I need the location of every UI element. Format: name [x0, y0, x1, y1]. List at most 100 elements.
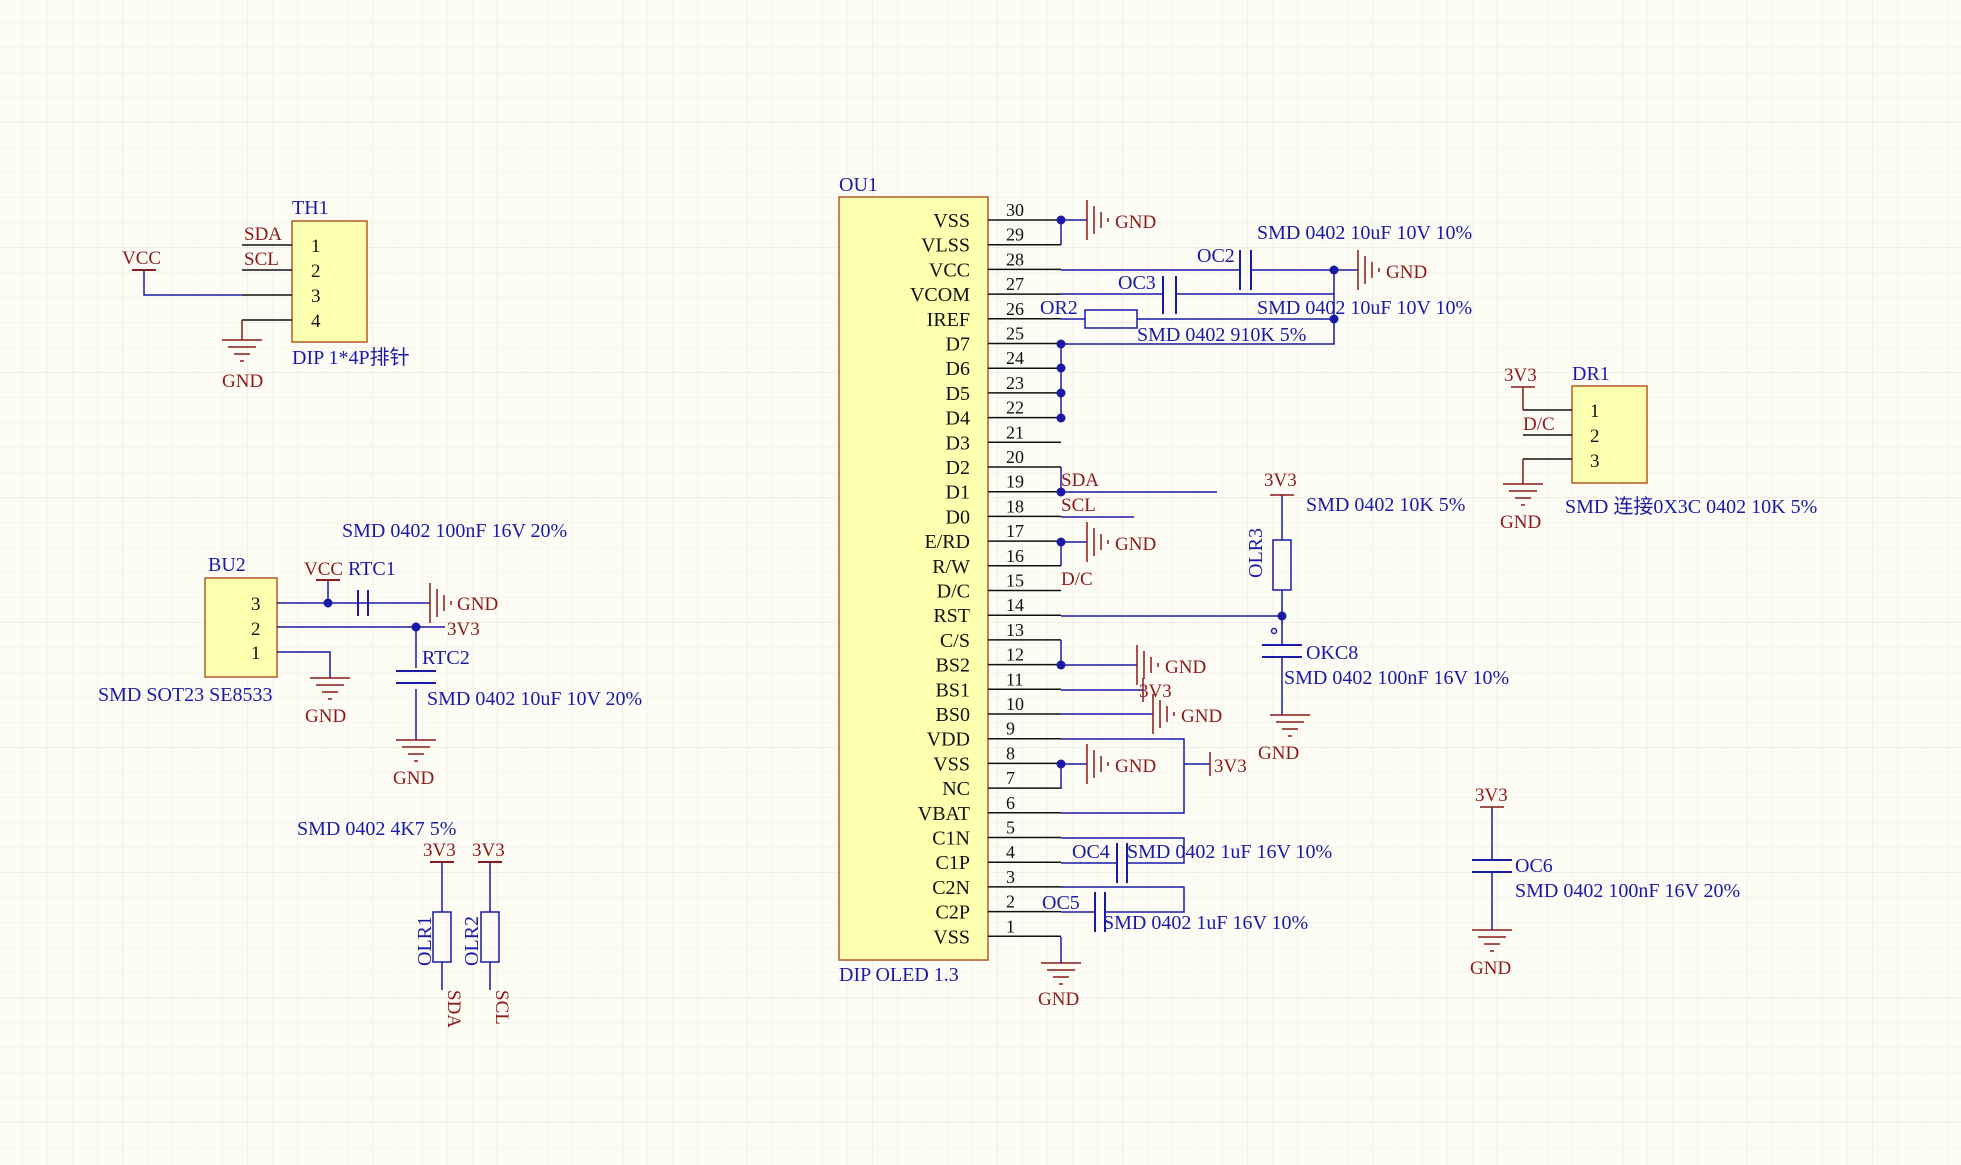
ou1-pin-name: C2P	[936, 902, 970, 924]
pullups-comment: SMD 0402 4K7 5%	[297, 818, 456, 840]
dr1-body[interactable]	[1571, 385, 1648, 484]
oc6-comment: SMD 0402 100nF 16V 20%	[1515, 880, 1740, 902]
olr1-net-top: 3V3	[423, 840, 456, 861]
ou1-pin-name: BS0	[936, 704, 970, 726]
ou1-pin-name: VDD	[927, 729, 970, 751]
ou1-pin-name: D3	[946, 432, 970, 454]
or2-designator: OR2	[1040, 297, 1078, 319]
ou1-pin-name: VSS	[933, 753, 970, 775]
olr3-net-3v3: 3V3	[1264, 470, 1297, 491]
ou1-pin-number: 6	[1006, 793, 1015, 813]
ou1-pin-name: VBAT	[918, 803, 970, 825]
oc5-designator: OC5	[1042, 892, 1080, 914]
oc4-designator: OC4	[1072, 841, 1110, 863]
rtc1-net-gnd: GND	[457, 594, 498, 615]
ou1-designator: OU1	[839, 174, 878, 196]
ou1-gnd-vss1: GND	[1038, 989, 1079, 1010]
th1-net-sda: SDA	[244, 224, 282, 245]
ou1-net-sda: SDA	[1061, 470, 1099, 491]
th1-pin-1: 1	[311, 236, 321, 257]
ou1-pin-name: D1	[946, 482, 970, 504]
ou1-pin-name: E/RD	[924, 531, 970, 553]
ou1-pin-name: D6	[946, 358, 970, 380]
ou1-pin-number: 14	[1006, 595, 1024, 615]
bu2-net-gnd: GND	[305, 706, 346, 727]
oc5-comment: SMD 0402 1uF 16V 10%	[1103, 912, 1308, 934]
ou1-pin-number: 19	[1006, 472, 1024, 492]
rtc2-designator: RTC2	[422, 647, 470, 669]
schematic-canvas: TH1 DIP 1*4P排针 1 2 3 4 SDA SCL VCC GND B…	[0, 0, 1961, 1165]
oc6-net-gnd: GND	[1470, 958, 1511, 979]
olr1-net-bottom: SDA	[443, 990, 464, 1028]
dr1-net-dc: D/C	[1523, 414, 1555, 435]
ou1-pin-name: RST	[933, 605, 970, 627]
olr2-designator: OLR2	[461, 916, 483, 966]
ou1-pin-number: 28	[1006, 249, 1024, 269]
th1-body[interactable]	[291, 220, 368, 343]
rtc2-comment: SMD 0402 10uF 10V 20%	[427, 688, 642, 710]
oc2-comment: SMD 0402 10uF 10V 10%	[1257, 222, 1472, 244]
rtc2-net-gnd: GND	[393, 768, 434, 789]
olr3-designator: OLR3	[1245, 528, 1267, 578]
ou1-pin-number: 15	[1006, 571, 1024, 591]
ou1-pin-name: BS1	[936, 679, 970, 701]
oc3-designator: OC3	[1118, 272, 1156, 294]
ou1-pin-number: 8	[1006, 743, 1015, 763]
ou1-pin-number: 5	[1006, 818, 1015, 838]
oc3-comment: SMD 0402 10uF 10V 10%	[1257, 297, 1472, 319]
oc2-designator: OC2	[1197, 245, 1235, 267]
ou1-pin-name: C1P	[936, 852, 970, 874]
ou1-pin-number: 26	[1006, 299, 1024, 319]
bu2-designator: BU2	[208, 554, 246, 576]
dr1-net-3v3: 3V3	[1504, 365, 1537, 386]
ou1-pin-number: 10	[1006, 694, 1024, 714]
th1-designator: TH1	[292, 197, 329, 219]
dr1-net-gnd: GND	[1500, 512, 1541, 533]
ou1-3v3-vdd: 3V3	[1214, 756, 1247, 777]
ou1-pin-number: 9	[1006, 719, 1015, 739]
ou1-pin-number: 20	[1006, 447, 1024, 467]
ou1-pin-name: D2	[946, 457, 970, 479]
ou1-pin-name: IREF	[927, 309, 970, 331]
ou1-pin-name: C2N	[932, 877, 970, 899]
ou1-gnd-bs2: GND	[1165, 657, 1206, 678]
ou1-pin-number: 29	[1006, 225, 1024, 245]
bu2-net-vcc: VCC	[304, 559, 343, 580]
ou1-pin-number: 13	[1006, 620, 1024, 640]
ou1-pin-number: 17	[1006, 521, 1024, 541]
bu2-body[interactable]	[204, 577, 278, 678]
bu2-pin-3: 3	[251, 594, 261, 615]
ou1-3v3-bs1: 3V3	[1139, 681, 1172, 702]
ou1-pin-number: 30	[1006, 200, 1024, 220]
olr2-net-top: 3V3	[472, 840, 505, 861]
dr1-designator: DR1	[1572, 363, 1610, 385]
ou1-gnd-vss: GND	[1115, 212, 1156, 233]
ou1-pin-number: 22	[1006, 398, 1024, 418]
ou1-comment: DIP OLED 1.3	[839, 964, 959, 986]
ou1-pin-number: 25	[1006, 324, 1024, 344]
oc6-net-3v3: 3V3	[1475, 785, 1508, 806]
ou1-pin-number: 23	[1006, 373, 1024, 393]
ou1-pin-number: 7	[1006, 768, 1015, 788]
ou1-gnd-bs0: GND	[1181, 706, 1222, 727]
ou1-pin-number: 16	[1006, 546, 1024, 566]
ou1-pin-name: C/S	[940, 630, 970, 652]
dr1-comment: SMD 连接0X3C 0402 10K 5%	[1565, 495, 1817, 518]
ou1-pin-name: D4	[946, 408, 970, 430]
ou1-gnd-erd: GND	[1115, 534, 1156, 555]
okc8-designator: OKC8	[1306, 642, 1358, 664]
ou1-pin-number: 21	[1006, 422, 1024, 442]
th1-pin-2: 2	[311, 261, 321, 282]
ou1-pin-number: 1	[1006, 916, 1015, 936]
bu2-pin-2: 2	[251, 619, 261, 640]
dr1-pin-1: 1	[1590, 401, 1600, 422]
okc8-comment: SMD 0402 100nF 16V 10%	[1284, 667, 1509, 689]
ou1-net-scl: SCL	[1061, 495, 1096, 516]
th1-net-scl: SCL	[244, 249, 279, 270]
th1-pin-3: 3	[311, 286, 321, 307]
or2-comment: SMD 0402 910K 5%	[1137, 324, 1306, 346]
oc6-designator: OC6	[1515, 855, 1553, 877]
dr1-pin-2: 2	[1590, 426, 1600, 447]
ou1-pin-name: VSS	[933, 926, 970, 948]
ou1-pin-number: 27	[1006, 274, 1024, 294]
